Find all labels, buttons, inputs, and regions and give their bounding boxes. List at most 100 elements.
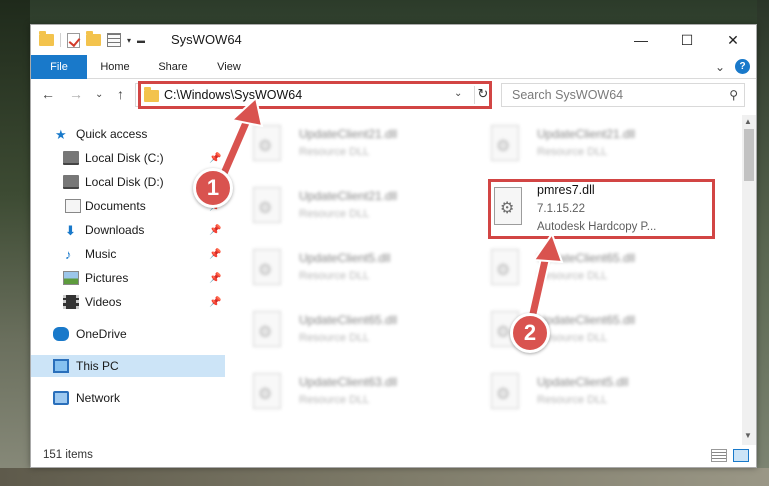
- download-icon: ⬇: [65, 223, 76, 238]
- desktop-background-bottom: [0, 468, 769, 486]
- maximize-button[interactable]: ☐: [664, 25, 710, 55]
- sidebar-item-label: Documents: [85, 199, 146, 213]
- sidebar-item-label: Network: [76, 391, 121, 405]
- list-item[interactable]: UpdateClient65.dll Resource DLL: [231, 305, 451, 357]
- file-type: Resource DLL: [537, 146, 608, 158]
- tab-home[interactable]: Home: [91, 55, 139, 79]
- file-name: UpdateClient21.dll: [299, 127, 398, 141]
- document-icon: [65, 199, 81, 213]
- file-type: Resource DLL: [537, 270, 608, 282]
- search-input[interactable]: Search SysWOW64: [512, 88, 623, 102]
- back-button[interactable]: ←: [41, 86, 55, 102]
- minimize-button[interactable]: —: [618, 25, 664, 55]
- close-button[interactable]: ✕: [710, 25, 756, 55]
- dll-file-icon: [491, 125, 519, 161]
- recent-locations-button[interactable]: ⌄: [95, 89, 103, 100]
- sidebar-item-videos[interactable]: Videos 📌: [31, 291, 225, 313]
- file-name: UpdateClient65.dll: [299, 313, 398, 327]
- toolbar-dropdown-icon[interactable]: ▬: [137, 36, 145, 45]
- dll-file-icon: [491, 249, 519, 285]
- step-badge-1: 1: [193, 168, 233, 208]
- list-item[interactable]: UpdateClient63.dll Resource DLL: [231, 367, 451, 419]
- dll-file-icon: [253, 373, 281, 409]
- title-bar[interactable]: ▾ ▬ SysWOW64 — ☐ ✕: [31, 25, 756, 55]
- details-view-icon[interactable]: [711, 449, 727, 462]
- list-item[interactable]: UpdateClient21.dll Resource DLL: [231, 181, 451, 233]
- item-count: 151 items: [43, 449, 93, 461]
- sidebar-item-this-pc[interactable]: This PC: [31, 355, 225, 377]
- list-item[interactable]: UpdateClient65.dll Resource DLL: [469, 305, 689, 357]
- list-item[interactable]: UpdateClient5.dll Resource DLL: [231, 243, 451, 295]
- file-name: UpdateClient21.dll: [537, 127, 636, 141]
- desktop-background-left: [0, 0, 30, 486]
- file-type: Resource DLL: [299, 332, 370, 344]
- file-explorer-window: ▾ ▬ SysWOW64 — ☐ ✕ File Home Share View …: [30, 24, 757, 468]
- sidebar-item-music[interactable]: ♪ Music 📌: [31, 243, 225, 265]
- sidebar-item-downloads[interactable]: ⬇ Downloads 📌: [31, 219, 225, 241]
- folder-icon[interactable]: [39, 31, 54, 46]
- properties-check-icon[interactable]: [67, 32, 80, 48]
- new-folder-icon[interactable]: [86, 31, 101, 46]
- file-type: Resource DLL: [299, 146, 370, 158]
- scroll-up-icon[interactable]: ▲: [744, 117, 752, 126]
- file-type: Resource DLL: [299, 394, 370, 406]
- list-item[interactable]: UpdateClient21.dll Resource DLL: [231, 119, 451, 171]
- pin-icon: 📌: [209, 152, 222, 164]
- step-badge-2: 2: [510, 313, 550, 353]
- ribbon-right-controls: ⌄ ?: [715, 59, 750, 74]
- status-bar: 151 items: [31, 445, 756, 467]
- sidebar-item-label: Quick access: [76, 127, 148, 141]
- navigation-pane: ★ Quick access Local Disk (C:) 📌 Local D…: [31, 115, 225, 440]
- desktop-background-right: [757, 0, 769, 486]
- file-type: Resource DLL: [299, 270, 370, 282]
- file-name: UpdateClient65.dll: [537, 251, 636, 265]
- computer-icon: [53, 359, 69, 373]
- pin-icon: 📌: [209, 272, 222, 284]
- network-icon: [53, 391, 69, 405]
- window-title: SysWOW64: [171, 32, 242, 47]
- file-name: UpdateClient5.dll: [299, 251, 391, 265]
- sidebar-item-local-disk-c[interactable]: Local Disk (C:) 📌: [31, 147, 225, 169]
- search-box[interactable]: Search SysWOW64 ⚲: [501, 83, 745, 107]
- tiles-view-icon[interactable]: [733, 449, 749, 462]
- file-annotation-box: [488, 179, 715, 239]
- search-icon[interactable]: ⚲: [729, 88, 738, 102]
- sidebar-item-onedrive[interactable]: OneDrive: [31, 323, 225, 345]
- pin-icon: 📌: [209, 224, 222, 236]
- dll-file-icon: [253, 249, 281, 285]
- scroll-down-icon[interactable]: ▼: [744, 431, 752, 440]
- quick-access-toolbar: ▾ ▬: [39, 31, 145, 49]
- help-icon[interactable]: ?: [735, 59, 750, 74]
- sidebar-item-network[interactable]: Network: [31, 387, 225, 409]
- view-properties-icon[interactable]: [107, 33, 121, 47]
- dll-file-icon: [253, 125, 281, 161]
- drive-icon: [63, 151, 79, 165]
- vertical-scrollbar[interactable]: ▲ ▼: [742, 115, 756, 445]
- scroll-thumb[interactable]: [744, 129, 754, 181]
- pin-icon: 📌: [209, 296, 222, 308]
- sidebar-item-pictures[interactable]: Pictures 📌: [31, 267, 225, 289]
- tab-view[interactable]: View: [207, 55, 251, 79]
- star-icon: ★: [55, 127, 67, 142]
- sidebar-item-quick-access[interactable]: ★ Quick access: [31, 123, 225, 145]
- address-annotation-box: [138, 81, 492, 109]
- forward-button[interactable]: →: [69, 86, 83, 102]
- drive-icon: [63, 175, 79, 189]
- expand-ribbon-icon[interactable]: ⌄: [715, 60, 725, 74]
- list-item[interactable]: UpdateClient21.dll Resource DLL: [469, 119, 689, 171]
- music-icon: ♪: [65, 247, 72, 262]
- dll-file-icon: [491, 373, 519, 409]
- list-item[interactable]: UpdateClient5.dll Resource DLL: [469, 367, 689, 419]
- sidebar-item-label: Videos: [85, 295, 122, 309]
- ribbon-tabs: File Home Share View ⌄ ?: [31, 55, 756, 79]
- pictures-icon: [63, 271, 79, 285]
- tab-file[interactable]: File: [31, 55, 87, 79]
- file-name: UpdateClient5.dll: [537, 375, 629, 389]
- file-name: UpdateClient21.dll: [299, 189, 398, 203]
- list-item[interactable]: UpdateClient65.dll Resource DLL: [469, 243, 689, 295]
- up-button[interactable]: ↑: [117, 86, 124, 102]
- file-name: UpdateClient63.dll: [299, 375, 398, 389]
- customize-toolbar-icon[interactable]: ▾: [127, 36, 131, 45]
- tab-share[interactable]: Share: [149, 55, 197, 79]
- toolbar-separator: [60, 33, 61, 47]
